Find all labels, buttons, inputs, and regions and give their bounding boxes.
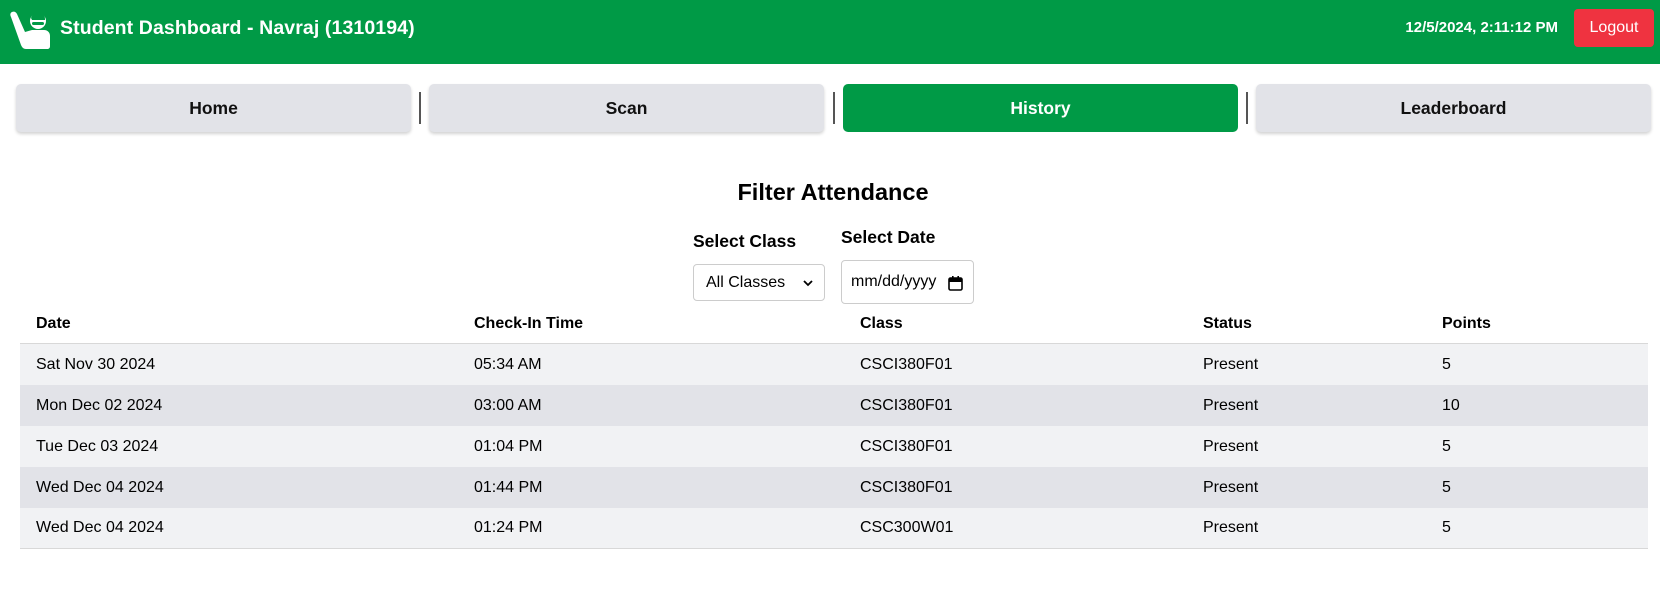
- status-cell: Present: [1203, 478, 1259, 496]
- date-input-placeholder: mm/dd/yyyy: [851, 273, 937, 290]
- class-select[interactable]: All Classes: [693, 264, 825, 301]
- column-header-class: Class: [860, 314, 903, 332]
- filter-title: Filter Attendance: [737, 179, 929, 205]
- table-row: Mon Dec 02 2024 03:00 AM CSCI380F01 Pres…: [20, 385, 1648, 426]
- table-row: Wed Dec 04 2024 01:44 PM CSCI380F01 Pres…: [20, 467, 1648, 508]
- class-select-value: All Classes: [706, 273, 786, 291]
- tab-leaderboard[interactable]: Leaderboard: [1256, 84, 1651, 132]
- chevron-down-icon: [803, 280, 813, 287]
- table-row: Sat Nov 30 2024 05:34 AM CSCI380F01 Pres…: [20, 344, 1648, 385]
- tab-history[interactable]: History: [843, 84, 1238, 132]
- column-header-status: Status: [1203, 314, 1252, 332]
- tab-scan[interactable]: Scan: [429, 84, 824, 132]
- app-header: Student Dashboard - Navraj (1310194) 12/…: [0, 0, 1660, 64]
- calendar-icon[interactable]: [948, 275, 963, 291]
- points-cell: 5: [1442, 355, 1451, 373]
- column-header-date: Date: [36, 314, 71, 332]
- select-date-label: Select Date: [841, 227, 936, 247]
- status-cell: Present: [1203, 355, 1259, 373]
- tab-divider: [419, 92, 421, 124]
- student-raising-hand-icon: [10, 11, 50, 49]
- date-cell: Wed Dec 04 2024: [36, 478, 164, 496]
- check-in-time-cell: 01:44 PM: [474, 478, 543, 496]
- column-header-check-in-time: Check-In Time: [474, 314, 584, 332]
- tab-divider: [1246, 92, 1248, 124]
- date-cell: Sat Nov 30 2024: [36, 355, 156, 373]
- class-cell: CSCI380F01: [860, 437, 953, 455]
- attendance-table: Date Check-In Time Class Status Points S…: [20, 304, 1648, 549]
- status-cell: Present: [1203, 396, 1259, 414]
- date-cell: Wed Dec 04 2024: [36, 519, 164, 536]
- current-datetime: 12/5/2024, 2:11:12 PM: [1405, 19, 1558, 36]
- check-in-time-cell: 01:04 PM: [474, 437, 543, 455]
- points-cell: 10: [1442, 396, 1460, 414]
- date-input[interactable]: mm/dd/yyyy: [841, 260, 974, 304]
- class-cell: CSC300W01: [860, 519, 954, 536]
- status-cell: Present: [1203, 519, 1259, 536]
- points-cell: 5: [1442, 519, 1451, 536]
- check-in-time-cell: 05:34 AM: [474, 355, 542, 373]
- select-class-label: Select Class: [693, 231, 797, 251]
- column-header-points: Points: [1442, 314, 1491, 332]
- status-cell: Present: [1203, 437, 1259, 455]
- page-title: Student Dashboard - Navraj (1310194): [60, 17, 415, 39]
- table-row: Tue Dec 03 2024 01:04 PM CSCI380F01 Pres…: [20, 426, 1648, 467]
- tab-home[interactable]: Home: [16, 84, 411, 132]
- points-cell: 5: [1442, 478, 1451, 496]
- class-cell: CSCI380F01: [860, 355, 953, 373]
- check-in-time-cell: 03:00 AM: [474, 396, 542, 414]
- logout-button[interactable]: Logout: [1574, 9, 1654, 47]
- points-cell: 5: [1442, 437, 1451, 455]
- check-in-time-cell: 01:24 PM: [474, 519, 543, 536]
- table-row: Wed Dec 04 2024 01:24 PM CSC300W01 Prese…: [20, 508, 1648, 549]
- tab-divider: [833, 92, 835, 124]
- class-cell: CSCI380F01: [860, 478, 953, 496]
- table-header-row: Date Check-In Time Class Status Points: [20, 304, 1648, 344]
- date-cell: Mon Dec 02 2024: [36, 396, 163, 414]
- class-cell: CSCI380F01: [860, 396, 953, 414]
- date-cell: Tue Dec 03 2024: [36, 437, 159, 455]
